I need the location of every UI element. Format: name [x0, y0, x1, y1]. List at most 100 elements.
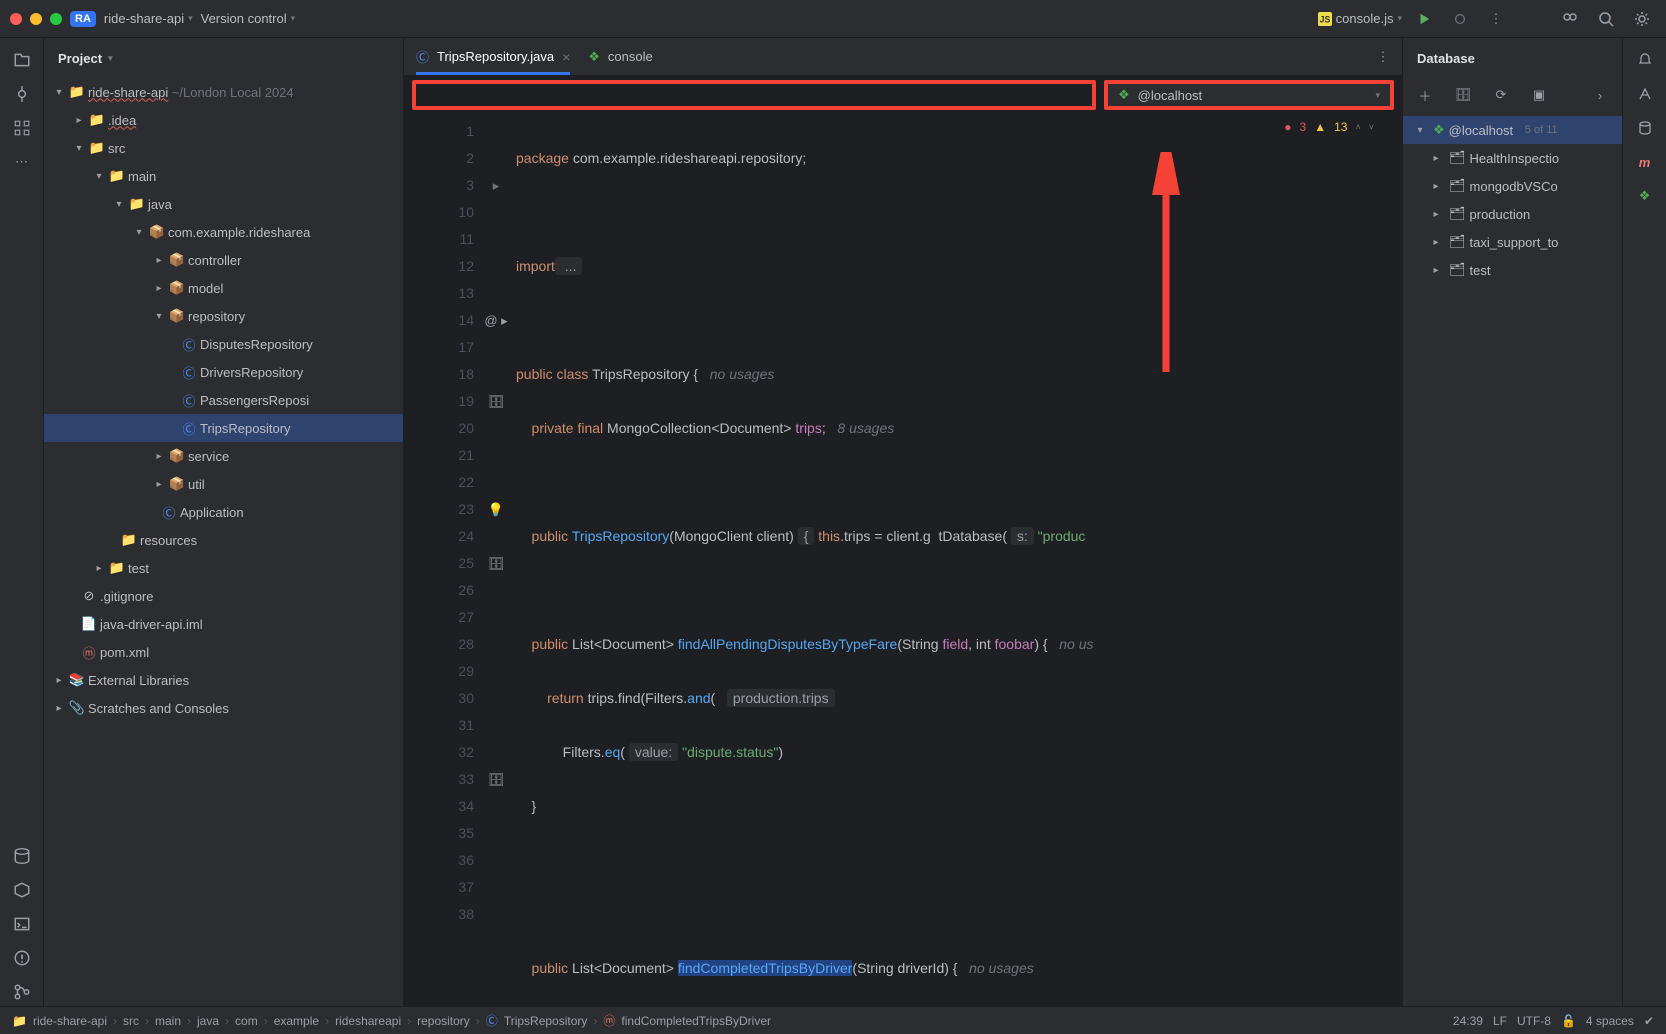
status-bar: 📁ride-share-api› src› main› java› com› e…: [0, 1006, 1666, 1034]
db-item[interactable]: ▸🗂HealthInspectio: [1403, 144, 1622, 172]
maven-button[interactable]: m: [1631, 148, 1659, 176]
ai-assistant-button[interactable]: [1631, 80, 1659, 108]
method-icon: ⓜ: [603, 1012, 615, 1029]
project-tool-button[interactable]: [8, 46, 36, 74]
chevron-down-icon[interactable]: ˅: [1369, 122, 1374, 132]
debug-button[interactable]: [1446, 5, 1474, 33]
tree-controller[interactable]: ▸📦controller: [44, 246, 403, 274]
search-button[interactable]: [1592, 5, 1620, 33]
window-controls: [10, 13, 62, 25]
tree-scratches[interactable]: ▸📎Scratches and Consoles: [44, 694, 403, 722]
readonly-icon[interactable]: 🔓: [1561, 1014, 1576, 1028]
tab-trips-repository[interactable]: Ⓒ TripsRepository.java ×: [416, 38, 570, 75]
db-gutter-icon[interactable]: 🗄: [484, 388, 508, 415]
tree-pom[interactable]: ⓜpom.xml: [44, 638, 403, 666]
editor-area: Ⓒ TripsRepository.java × ❖ console ⋮ ❖ @…: [404, 38, 1402, 1006]
project-tree: ▾📁ride-share-api ~/London Local 2024 ▸📁.…: [44, 78, 403, 1006]
bulb-icon[interactable]: 💡: [484, 496, 508, 523]
tree-passengers-repo[interactable]: ⒸPassengersReposi: [44, 386, 403, 414]
notifications-button[interactable]: [1631, 46, 1659, 74]
cursor-position[interactable]: 24:39: [1453, 1014, 1483, 1028]
stop-button[interactable]: ▣: [1525, 81, 1553, 109]
more-tool-button[interactable]: ⋯: [8, 148, 36, 176]
db-schema-icon: 🗂: [1449, 178, 1466, 194]
tree-trips-repo[interactable]: ⒸTripsRepository: [44, 414, 403, 442]
close-tab-button[interactable]: ×: [562, 49, 570, 65]
expand-button[interactable]: ›: [1586, 81, 1614, 109]
editor-tabs: Ⓒ TripsRepository.java × ❖ console ⋮: [404, 38, 1402, 76]
tree-iml[interactable]: 📄java-driver-api.iml: [44, 610, 403, 638]
class-icon: Ⓒ: [486, 1012, 498, 1029]
code-editor[interactable]: ●3 ▲13 ˄ ˅ 12310111213141718192021222324…: [404, 114, 1402, 1006]
tree-service[interactable]: ▸📦service: [44, 442, 403, 470]
tree-test[interactable]: ▸📁test: [44, 554, 403, 582]
status-ok-icon[interactable]: ✔: [1644, 1014, 1654, 1028]
db-item[interactable]: ▸🗂production: [1403, 200, 1622, 228]
tree-drivers-repo[interactable]: ⒸDriversRepository: [44, 358, 403, 386]
svg-text:JS: JS: [1319, 14, 1330, 24]
tree-package[interactable]: ▾📦com.example.ridesharea: [44, 218, 403, 246]
tree-util[interactable]: ▸📦util: [44, 470, 403, 498]
project-panel-header[interactable]: Project ▾: [44, 38, 403, 78]
db-item[interactable]: ▸🗂taxi_support_to: [1403, 228, 1622, 256]
db-console-button[interactable]: 🗄: [1449, 81, 1477, 109]
line-ending[interactable]: LF: [1493, 1014, 1507, 1028]
terminal-tool-button[interactable]: [8, 910, 36, 938]
database-tool-button[interactable]: [8, 842, 36, 870]
tree-external-libs[interactable]: ▸📚External Libraries: [44, 666, 403, 694]
tree-gitignore[interactable]: ⊘.gitignore: [44, 582, 403, 610]
db-gutter-icon[interactable]: 🗄: [484, 550, 508, 577]
code-content[interactable]: package com.example.rideshareapi.reposit…: [508, 114, 1402, 1006]
tree-java[interactable]: ▾📁java: [44, 190, 403, 218]
problems-tool-button[interactable]: [8, 944, 36, 972]
structure-tool-button[interactable]: [8, 114, 36, 142]
db-gutter-icon[interactable]: 🗄: [484, 766, 508, 793]
chevron-up-icon[interactable]: ˄: [1355, 122, 1360, 132]
commit-tool-button[interactable]: [8, 80, 36, 108]
code-with-me-button[interactable]: [1556, 5, 1584, 33]
more-button[interactable]: ⋮: [1482, 5, 1510, 33]
mongodb-button[interactable]: ❖: [1631, 182, 1659, 210]
database-button[interactable]: [1631, 114, 1659, 142]
tree-resources[interactable]: 📁resources: [44, 526, 403, 554]
database-tree: ▾❖@localhost 5 of 11 ▸🗂HealthInspectio ▸…: [1403, 112, 1622, 288]
warning-icon: ▲: [1314, 120, 1326, 134]
version-control-dropdown[interactable]: Version control ▾: [201, 11, 296, 26]
tree-root[interactable]: ▾📁ride-share-api ~/London Local 2024: [44, 78, 403, 106]
db-datasource[interactable]: ▾❖@localhost 5 of 11: [1403, 116, 1622, 144]
run-button[interactable]: [1410, 5, 1438, 33]
db-item[interactable]: ▸🗂mongodbVSCo: [1403, 172, 1622, 200]
db-item[interactable]: ▸🗂test: [1403, 256, 1622, 284]
title-bar: RA ride-share-api ▾ Version control ▾ JS…: [0, 0, 1666, 38]
main-area: ⋯ Project ▾ ▾📁ride-share-api ~/London Lo…: [0, 38, 1666, 1006]
inspection-widget[interactable]: ●3 ▲13 ˄ ˅: [1284, 120, 1374, 134]
project-dropdown[interactable]: ride-share-api ▾: [104, 11, 193, 26]
services-tool-button[interactable]: [8, 876, 36, 904]
tab-label: TripsRepository.java: [437, 49, 554, 64]
tab-menu-button[interactable]: ⋮: [1374, 43, 1402, 71]
add-datasource-button[interactable]: ＋: [1411, 81, 1439, 109]
close-window-button[interactable]: [10, 13, 22, 25]
panel-title: Database: [1417, 51, 1475, 66]
tab-console[interactable]: ❖ console: [588, 38, 652, 75]
tree-src[interactable]: ▾📁src: [44, 134, 403, 162]
gutter-icons: ▸ @ ▸ 🗄 💡 🗄 🗄: [484, 114, 508, 1006]
git-tool-button[interactable]: [8, 978, 36, 1006]
tree-idea[interactable]: ▸📁.idea: [44, 106, 403, 134]
settings-button[interactable]: [1628, 5, 1656, 33]
encoding[interactable]: UTF-8: [1517, 1014, 1551, 1028]
tree-main[interactable]: ▾📁main: [44, 162, 403, 190]
folder-icon: 📁: [12, 1014, 27, 1028]
project-panel: Project ▾ ▾📁ride-share-api ~/London Loca…: [44, 38, 404, 1006]
indent[interactable]: 4 spaces: [1586, 1014, 1634, 1028]
datasource-selector[interactable]: ❖ @localhost ▾: [1104, 80, 1394, 110]
tree-model[interactable]: ▸📦model: [44, 274, 403, 302]
maximize-window-button[interactable]: [50, 13, 62, 25]
refresh-button[interactable]: ⟳: [1487, 81, 1515, 109]
tree-disputes-repo[interactable]: ⒸDisputesRepository: [44, 330, 403, 358]
run-config-dropdown[interactable]: JS console.js ▾: [1318, 11, 1402, 26]
tree-repository[interactable]: ▾📦repository: [44, 302, 403, 330]
minimize-window-button[interactable]: [30, 13, 42, 25]
tree-application[interactable]: ⒸApplication: [44, 498, 403, 526]
breadcrumbs[interactable]: 📁ride-share-api› src› main› java› com› e…: [12, 1012, 771, 1029]
